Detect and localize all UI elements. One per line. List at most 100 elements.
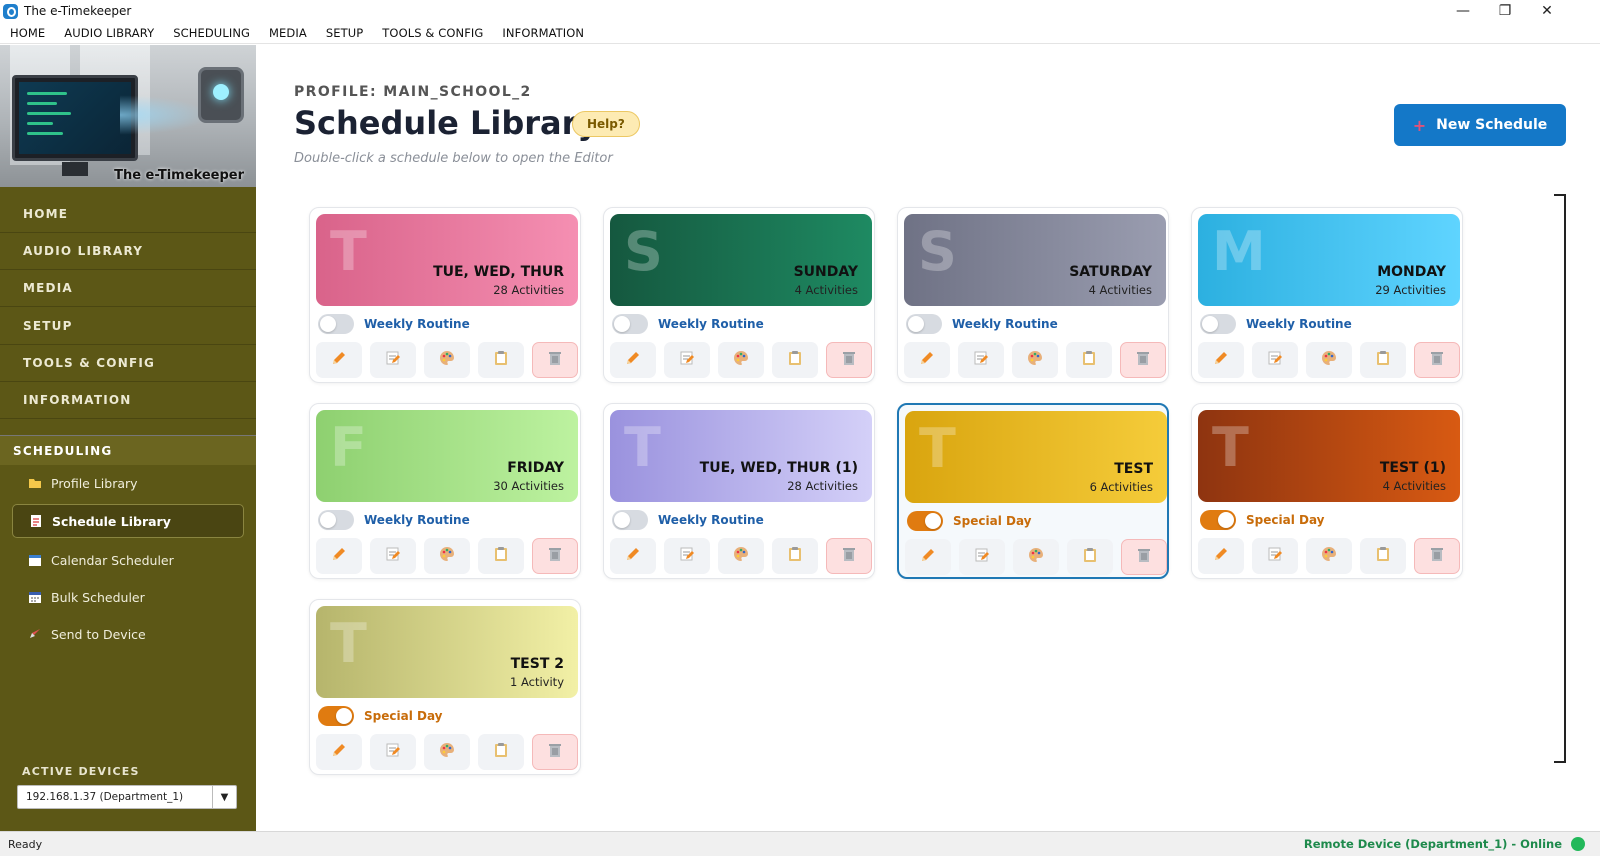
nav-media[interactable]: MEDIA (0, 269, 256, 307)
copy-button[interactable] (477, 538, 524, 574)
schedule-banner[interactable]: T TEST (1) 4 Activities (1198, 410, 1460, 502)
delete-button[interactable] (1119, 342, 1166, 378)
delete-button[interactable] (1413, 342, 1460, 378)
delete-button[interactable] (1120, 539, 1167, 575)
rename-button[interactable] (663, 342, 710, 378)
copy-button[interactable] (1065, 342, 1112, 378)
nav-home[interactable]: HOME (0, 195, 256, 233)
color-button[interactable] (1305, 538, 1352, 574)
color-button[interactable] (423, 342, 470, 378)
menu-audio-library[interactable]: AUDIO LIBRARY (64, 26, 154, 40)
edit-button[interactable] (904, 342, 950, 378)
delete-button[interactable] (531, 342, 578, 378)
card-actions (316, 538, 578, 574)
nav-setup[interactable]: SETUP (0, 307, 256, 345)
schedule-banner[interactable]: F FRIDAY 30 Activities (316, 410, 578, 502)
schedule-banner[interactable]: M MONDAY 29 Activities (1198, 214, 1460, 306)
delete-button[interactable] (825, 342, 872, 378)
nav-information[interactable]: INFORMATION (0, 381, 256, 419)
color-button[interactable] (1305, 342, 1352, 378)
schedule-card[interactable]: T TEST (1) 4 Activities Special Day (1191, 403, 1463, 579)
delete-button[interactable] (825, 538, 872, 574)
copy-button[interactable] (1066, 539, 1113, 575)
schedule-toggle[interactable] (1200, 314, 1236, 334)
close-button[interactable]: ✕ (1524, 0, 1570, 22)
copy-button[interactable] (477, 734, 524, 770)
sidebar-item-schedule-library[interactable]: Schedule Library (12, 504, 244, 538)
menu-tools-config[interactable]: TOOLS & CONFIG (382, 26, 483, 40)
color-button[interactable] (717, 342, 764, 378)
schedule-card[interactable]: S SUNDAY 4 Activities Weekly Routine (603, 207, 875, 383)
color-button[interactable] (717, 538, 764, 574)
restore-button[interactable]: ❐ (1482, 0, 1528, 22)
copy-button[interactable] (1359, 538, 1406, 574)
device-dropdown[interactable]: 192.168.1.37 (Department_1) ▼ (17, 785, 237, 809)
schedule-toggle[interactable] (318, 706, 354, 726)
copy-button[interactable] (771, 538, 818, 574)
rename-button[interactable] (369, 342, 416, 378)
schedule-card[interactable]: T TEST 6 Activities Special Day (897, 403, 1169, 579)
schedule-toggle[interactable] (1200, 510, 1236, 530)
delete-button[interactable] (531, 538, 578, 574)
schedule-banner[interactable]: T TEST 2 1 Activity (316, 606, 578, 698)
color-button[interactable] (1011, 342, 1058, 378)
menu-home[interactable]: HOME (10, 26, 45, 40)
sidebar-item-send-to-device[interactable]: Send to Device (12, 617, 244, 651)
rename-button[interactable] (663, 538, 710, 574)
schedule-card[interactable]: T TEST 2 1 Activity Special Day (309, 599, 581, 775)
schedule-toggle[interactable] (318, 314, 354, 334)
rename-button[interactable] (1251, 342, 1298, 378)
delete-button[interactable] (1413, 538, 1460, 574)
rename-button[interactable] (1251, 538, 1298, 574)
menu-setup[interactable]: SETUP (326, 26, 363, 40)
rename-button[interactable] (958, 539, 1005, 575)
edit-button[interactable] (610, 342, 656, 378)
rename-button[interactable] (369, 734, 416, 770)
sidebar-item-profile-library[interactable]: Profile Library (12, 466, 244, 500)
help-button[interactable]: Help? (572, 111, 640, 137)
schedule-toggle[interactable] (907, 511, 943, 531)
copy-button[interactable] (477, 342, 524, 378)
copy-button[interactable] (1359, 342, 1406, 378)
edit-button[interactable] (1198, 342, 1244, 378)
schedule-banner[interactable]: S SATURDAY 4 Activities (904, 214, 1166, 306)
menu-media[interactable]: MEDIA (269, 26, 307, 40)
scrollbar[interactable] (1554, 188, 1568, 800)
schedule-toggle[interactable] (612, 510, 648, 530)
sidebar-item-calendar-scheduler[interactable]: Calendar Scheduler (12, 543, 244, 577)
color-button[interactable] (1012, 539, 1059, 575)
delete-button[interactable] (531, 734, 578, 770)
schedule-toggle[interactable] (318, 510, 354, 530)
edit-button[interactable] (1198, 538, 1244, 574)
schedule-banner[interactable]: S SUNDAY 4 Activities (610, 214, 872, 306)
schedule-card[interactable]: S SATURDAY 4 Activities Weekly Routine (897, 207, 1169, 383)
nav-scheduling-section[interactable]: SCHEDULING (0, 435, 256, 465)
edit-button[interactable] (905, 539, 951, 575)
rename-button[interactable] (369, 538, 416, 574)
schedule-banner[interactable]: T TEST 6 Activities (905, 411, 1167, 503)
edit-button[interactable] (316, 734, 362, 770)
schedule-toggle[interactable] (612, 314, 648, 334)
chevron-down-icon[interactable]: ▼ (212, 786, 236, 808)
schedule-toggle[interactable] (906, 314, 942, 334)
schedule-banner[interactable]: T TUE, WED, THUR (1) 28 Activities (610, 410, 872, 502)
rename-button[interactable] (957, 342, 1004, 378)
nav-tools-config[interactable]: TOOLS & CONFIG (0, 344, 256, 382)
schedule-card[interactable]: T TUE, WED, THUR (1) 28 Activities Weekly R… (603, 403, 875, 579)
schedule-card[interactable]: M MONDAY 29 Activities Weekly Routine (1191, 207, 1463, 383)
edit-button[interactable] (316, 538, 362, 574)
edit-button[interactable] (316, 342, 362, 378)
menu-scheduling[interactable]: SCHEDULING (173, 26, 250, 40)
color-button[interactable] (423, 538, 470, 574)
edit-button[interactable] (610, 538, 656, 574)
nav-audio-library[interactable]: AUDIO LIBRARY (0, 232, 256, 270)
schedule-banner[interactable]: T TUE, WED, THUR 28 Activities (316, 214, 578, 306)
menu-information[interactable]: INFORMATION (502, 26, 584, 40)
minimize-button[interactable]: — (1440, 0, 1486, 22)
copy-button[interactable] (771, 342, 818, 378)
schedule-card[interactable]: F FRIDAY 30 Activities Weekly Routine (309, 403, 581, 579)
sidebar-item-bulk-scheduler[interactable]: Bulk Scheduler (12, 580, 244, 614)
color-button[interactable] (423, 734, 470, 770)
new-schedule-button[interactable]: + New Schedule (1394, 104, 1566, 146)
schedule-card[interactable]: T TUE, WED, THUR 28 Activities Weekly Routi… (309, 207, 581, 383)
